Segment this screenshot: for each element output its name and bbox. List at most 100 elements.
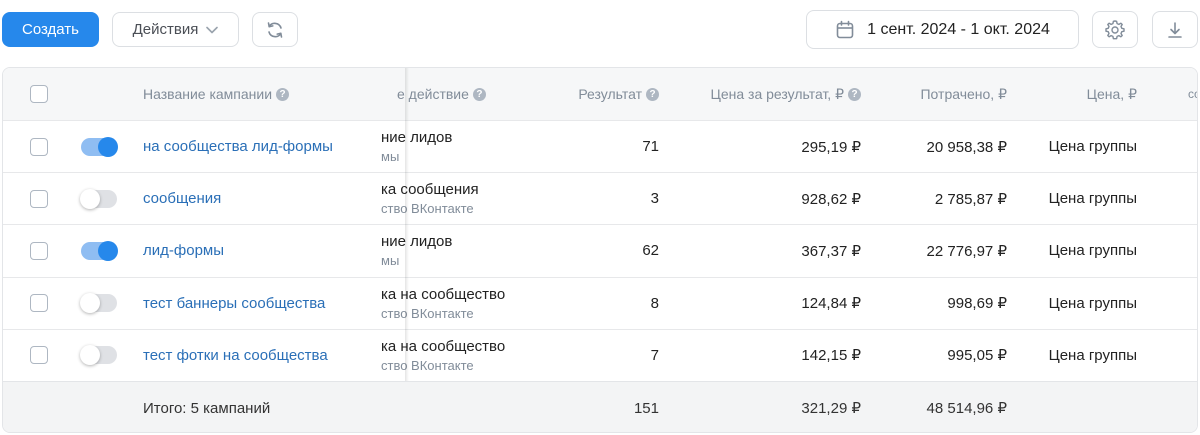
select-all-checkbox[interactable] bbox=[30, 85, 48, 103]
result-cell: 3 bbox=[650, 190, 659, 208]
campaigns-table: Название кампании ? е действие ? Результ… bbox=[2, 67, 1198, 433]
toggle-knob bbox=[98, 240, 118, 261]
help-icon[interactable]: ? bbox=[848, 87, 861, 101]
spent-cell: 995,05 ₽ bbox=[947, 347, 1007, 365]
total-spent: 48 514,96 ₽ bbox=[926, 400, 1007, 417]
row-select-cell bbox=[30, 278, 48, 329]
campaign-name-link[interactable]: тест фотки на сообщества bbox=[143, 330, 328, 381]
actions-dropdown[interactable]: Действия bbox=[112, 12, 239, 47]
header-cost-per-result[interactable]: Цена за результат, ₽ ? bbox=[663, 68, 861, 120]
row-checkbox[interactable] bbox=[30, 346, 48, 365]
row-select-cell bbox=[30, 225, 48, 276]
refresh-icon bbox=[267, 21, 283, 38]
row-checkbox[interactable] bbox=[30, 241, 48, 260]
campaign-name-link[interactable]: сообщения bbox=[143, 173, 221, 224]
target-action-cell: ка сообщения ство ВКонтакте bbox=[381, 173, 531, 224]
status-toggle-cell bbox=[81, 225, 118, 276]
status-toggle-cell bbox=[80, 278, 117, 329]
table-header: Название кампании ? е действие ? Результ… bbox=[3, 68, 1197, 121]
row-checkbox[interactable] bbox=[30, 137, 48, 156]
select-all-cell bbox=[30, 68, 48, 120]
cost-per-result-cell: 124,84 ₽ bbox=[801, 295, 861, 313]
status-toggle-cell bbox=[80, 173, 117, 224]
row-checkbox[interactable] bbox=[30, 294, 48, 313]
help-icon[interactable]: ? bbox=[276, 87, 290, 101]
cost-per-result-cell: 367,37 ₽ bbox=[801, 242, 861, 260]
table-row[interactable]: на сообщества лид-формы ние лидов мы 71 295,… bbox=[3, 121, 1197, 174]
gear-icon bbox=[1105, 19, 1125, 39]
price-cell: Цена группы bbox=[1048, 346, 1137, 364]
target-action-cell: ние лидов мы bbox=[381, 225, 531, 276]
target-action-sub: мы bbox=[381, 149, 400, 165]
target-action-main: ние лидов bbox=[381, 129, 453, 147]
price-cell: Цена группы bbox=[1048, 294, 1137, 312]
header-cut-off: сс bbox=[1188, 87, 1197, 101]
status-toggle[interactable] bbox=[80, 188, 117, 209]
target-action-main: ние лидов bbox=[381, 233, 453, 251]
result-cell: 71 bbox=[642, 138, 659, 156]
status-toggle[interactable] bbox=[80, 293, 117, 314]
status-toggle[interactable] bbox=[80, 345, 117, 366]
status-toggle-cell bbox=[81, 121, 118, 172]
campaign-name-link[interactable]: тест баннеры сообщества bbox=[143, 278, 325, 329]
download-icon bbox=[1168, 21, 1182, 38]
price-cell: Цена группы bbox=[1048, 138, 1137, 156]
status-toggle-cell bbox=[80, 330, 117, 381]
target-action-main: ка на сообщество bbox=[381, 285, 506, 303]
spent-cell: 2 785,87 ₽ bbox=[934, 190, 1007, 208]
download-button[interactable] bbox=[1152, 11, 1198, 48]
help-icon[interactable]: ? bbox=[646, 87, 659, 101]
target-action-cell: ка на сообщество ство ВКонтакте bbox=[381, 278, 531, 329]
total-label: Итого: 5 кампаний bbox=[143, 399, 271, 417]
cost-per-result-cell: 928,62 ₽ bbox=[801, 190, 861, 208]
campaign-name-link[interactable]: лид-формы bbox=[143, 225, 224, 276]
header-target-action[interactable]: е действие ? bbox=[397, 68, 517, 120]
date-range-picker[interactable]: 1 сент. 2024 - 1 окт. 2024 bbox=[806, 10, 1079, 49]
row-checkbox[interactable] bbox=[30, 189, 48, 208]
target-action-cell: ние лидов мы bbox=[381, 121, 531, 172]
header-campaign-name[interactable]: Название кампании ? bbox=[143, 68, 290, 120]
toggle-knob bbox=[80, 345, 100, 366]
price-cell: Цена группы bbox=[1048, 190, 1137, 208]
toggle-knob bbox=[98, 136, 118, 157]
total-cost-per-result: 321,29 ₽ bbox=[801, 400, 861, 417]
result-cell: 8 bbox=[650, 294, 659, 312]
spent-cell: 20 958,38 ₽ bbox=[926, 138, 1007, 156]
target-action-main: ка на сообщество bbox=[381, 337, 506, 355]
total-result: 151 bbox=[633, 399, 659, 417]
toggle-knob bbox=[80, 293, 100, 314]
row-select-cell bbox=[30, 173, 48, 224]
table-row[interactable]: тест фотки на сообщества ка на сообщество… bbox=[3, 330, 1197, 382]
table-row[interactable]: лид-формы ние лидов мы 62 367,37 ₽ 22 776,97 … bbox=[3, 225, 1197, 278]
header-result[interactable]: Результат ? bbox=[533, 68, 659, 120]
refresh-button[interactable] bbox=[252, 12, 298, 47]
toolbar: Создать Действия 1 сент. 2024 - 1 окт. 2… bbox=[0, 0, 1200, 60]
spent-cell: 998,69 ₽ bbox=[947, 295, 1007, 313]
result-cell: 7 bbox=[650, 346, 659, 364]
target-action-sub: ство ВКонтакте bbox=[381, 305, 474, 321]
table-row[interactable]: сообщения ка сообщения ство ВКонтакте 3 928,… bbox=[3, 173, 1197, 226]
target-action-main: ка сообщения bbox=[381, 181, 479, 199]
help-icon[interactable]: ? bbox=[472, 87, 486, 101]
spent-cell: 22 776,97 ₽ bbox=[926, 242, 1007, 260]
header-spent[interactable]: Потрачено, ₽ bbox=[873, 68, 1007, 120]
settings-button[interactable] bbox=[1092, 11, 1138, 48]
target-action-sub: ство ВКонтакте bbox=[381, 357, 474, 373]
campaign-name-link[interactable]: на сообщества лид-формы bbox=[143, 121, 333, 172]
price-cell: Цена группы bbox=[1048, 242, 1137, 260]
toggle-knob bbox=[80, 188, 100, 209]
calendar-icon bbox=[836, 20, 854, 38]
row-select-cell bbox=[30, 121, 48, 172]
status-toggle[interactable] bbox=[81, 240, 118, 261]
actions-label: Действия bbox=[132, 21, 199, 38]
target-action-cell: ка на сообщество ство ВКонтакте bbox=[381, 330, 531, 381]
header-price[interactable]: Цена, ₽ bbox=[1023, 68, 1137, 120]
create-button[interactable]: Создать bbox=[2, 12, 99, 47]
cost-per-result-cell: 295,19 ₽ bbox=[801, 138, 861, 156]
target-action-sub: ство ВКонтакте bbox=[381, 201, 474, 217]
status-toggle[interactable] bbox=[81, 136, 118, 157]
table-row[interactable]: тест баннеры сообщества ка на сообщество с… bbox=[3, 278, 1197, 330]
result-cell: 62 bbox=[642, 242, 659, 260]
date-range-label: 1 сент. 2024 - 1 окт. 2024 bbox=[867, 20, 1050, 38]
row-select-cell bbox=[30, 330, 48, 381]
